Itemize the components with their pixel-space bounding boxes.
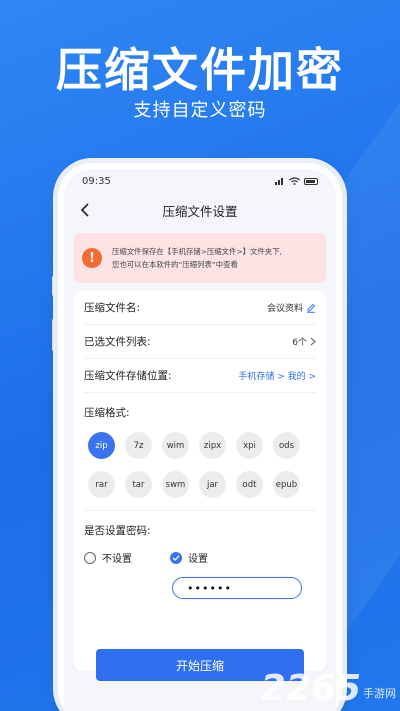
- settings-card: 压缩文件名: 会议资料 已选文件列表: 6个 压缩文件存储位置: 手机存储 > …: [74, 291, 326, 671]
- radio-no-password[interactable]: 不设置: [84, 550, 170, 565]
- divider: [84, 510, 316, 511]
- password-input[interactable]: ••••••: [172, 577, 302, 599]
- status-bar: 09:35: [64, 169, 336, 193]
- hero-subtitle: 支持自定义密码: [133, 100, 267, 121]
- chevron-right-icon: [310, 337, 316, 346]
- password-options: 不设置 设置: [84, 550, 316, 565]
- nav-bar: 压缩文件设置: [64, 193, 336, 227]
- hero-title: 压缩文件加密: [56, 43, 344, 97]
- storage-location-value[interactable]: 手机存储 > 我的 >: [238, 369, 316, 382]
- storage-location-label: 压缩文件存储位置:: [84, 370, 172, 382]
- radio-unchecked-icon[interactable]: [84, 551, 96, 564]
- signal-icon: [275, 178, 283, 185]
- format-option-odt[interactable]: odt: [236, 471, 263, 498]
- format-option-rar[interactable]: rar: [88, 471, 115, 498]
- format-option-zipx[interactable]: zipx: [199, 432, 226, 459]
- filename-label: 压缩文件名:: [84, 302, 141, 314]
- notice-text: 压缩文件保存在【手机存储>压缩文件>】文件夹下, 您也可以在本软件的“压缩列表”…: [112, 245, 282, 271]
- battery-icon: [304, 177, 318, 185]
- format-option-tar[interactable]: tar: [125, 471, 152, 498]
- format-option-jar[interactable]: jar: [199, 471, 226, 498]
- watermark-text: 手游网: [363, 687, 396, 700]
- notice-line: 压缩文件保存在【手机存储>压缩文件>】文件夹下,: [112, 247, 282, 256]
- file-count: 6个: [292, 338, 307, 348]
- radio-set-password-label: 设置: [188, 554, 208, 565]
- format-option-xpi[interactable]: xpi: [236, 432, 263, 459]
- back-icon[interactable]: [76, 201, 94, 219]
- watermark: 2265 手游网: [261, 671, 396, 707]
- app-screen: 09:35 压缩文件设置 ! 压缩文件保存在【手机存储>压缩文件>】文件夹下, …: [64, 169, 336, 711]
- watermark-number: 2265: [260, 668, 361, 709]
- info-notice: ! 压缩文件保存在【手机存储>压缩文件>】文件夹下, 您也可以在本软件的“压缩列…: [74, 233, 326, 283]
- format-option-swm[interactable]: swm: [162, 471, 189, 498]
- file-list-row[interactable]: 已选文件列表: 6个: [84, 325, 316, 359]
- storage-location-row[interactable]: 压缩文件存储位置: 手机存储 > 我的 >: [84, 359, 316, 393]
- format-option-epub[interactable]: epub: [273, 471, 300, 498]
- radio-set-password[interactable]: 设置: [170, 550, 208, 565]
- page-title: 压缩文件设置: [162, 203, 238, 219]
- file-list-label: 已选文件列表:: [84, 336, 151, 348]
- format-option-7z[interactable]: 7z: [125, 432, 152, 459]
- format-label: 压缩格式:: [84, 407, 130, 419]
- status-time: 09:35: [82, 175, 111, 187]
- warning-icon: !: [82, 248, 102, 268]
- radio-checked-icon[interactable]: [170, 551, 182, 564]
- status-icons: [275, 177, 318, 185]
- phone-mockup: 09:35 压缩文件设置 ! 压缩文件保存在【手机存储>压缩文件>】文件夹下, …: [58, 163, 342, 711]
- edit-icon[interactable]: [306, 303, 316, 313]
- filename-row[interactable]: 压缩文件名: 会议资料: [84, 291, 316, 325]
- password-label: 是否设置密码:: [84, 525, 151, 537]
- format-option-ods[interactable]: ods: [273, 432, 300, 459]
- format-grid: zip 7z wim zipx xpi ods rar tar swm jar …: [84, 432, 316, 498]
- notice-line: 您也可以在本软件的“压缩列表”中查看: [112, 260, 238, 269]
- format-option-zip[interactable]: zip: [88, 432, 115, 459]
- format-option-wim[interactable]: wim: [162, 432, 189, 459]
- wifi-icon: [289, 177, 300, 185]
- radio-no-password-label: 不设置: [102, 554, 132, 565]
- filename-value: 会议资料: [266, 304, 303, 314]
